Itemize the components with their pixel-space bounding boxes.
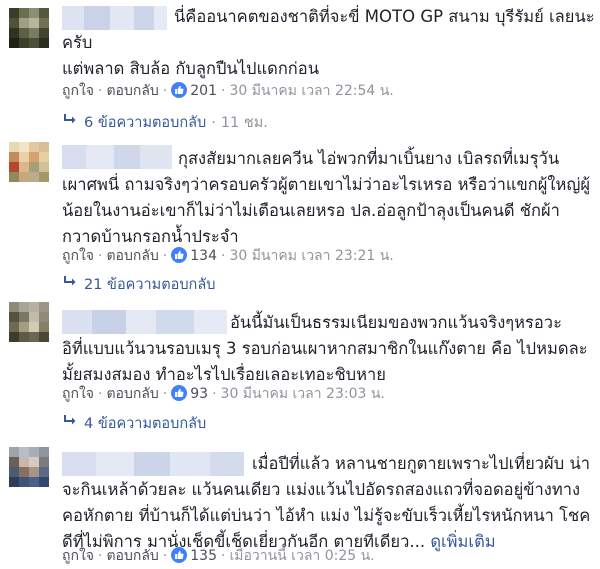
comment-actions: ถูกใจ · ตอบกลับ · 135 · เมื่อวานนี้ เวลา 0:25 … [62,547,375,564]
timestamp[interactable]: เมื่อวานนี้ เวลา 0:25 น. [229,548,374,564]
reply-link[interactable]: ตอบกลับ [106,386,158,402]
comment-text: นี่คืออนาคตของชาติที่จะขี่ MOTO GP สนาม … [62,7,595,78]
see-more-link[interactable]: ดูเพิ่มเติม [430,532,495,551]
like-link[interactable]: ถูกใจ [62,548,94,564]
like-link[interactable]: ถูกใจ [62,83,94,99]
comment-actions: ถูกใจ · ตอบกลับ · 93 · 30 มีนาคม เวลา 23:03 น. [62,385,385,402]
avatar[interactable] [9,302,49,342]
like-count[interactable]: 134 [190,248,217,264]
avatar[interactable] [9,8,49,48]
view-replies-link[interactable]: 4 ข้อความตอบกลับ [62,413,206,435]
avatar[interactable] [9,142,49,182]
like-count[interactable]: 93 [190,386,208,402]
reply-link[interactable]: ตอบกลับ [106,548,158,564]
comment-actions: ถูกใจ · ตอบกลับ · 134 · 30 มีนาคม เวลา 23:21 น… [62,247,394,264]
view-replies-link[interactable]: 6 ข้อความตอบกลับ · 11 ชม. [62,112,268,134]
like-count[interactable]: 135 [190,548,217,564]
comment-text: กุสงสัยมากเลยควีน ไอ่พวกที่มาเบิ้นยาง เบ… [62,149,591,246]
comment-text: อันนี้มันเป็นธรรมเนียมของพวกแว้นจริงๆหรอ… [62,313,588,384]
view-replies-link[interactable]: 21 ข้อความตอบกลับ [62,274,215,296]
reply-arrow-icon [62,112,78,134]
timestamp[interactable]: 30 มีนาคม เวลา 23:03 น. [221,386,385,402]
thumbs-up-icon[interactable] [171,385,188,401]
timestamp[interactable]: 30 มีนาคม เวลา 22:54 น. [229,83,393,99]
reply-arrow-icon [62,413,78,435]
like-link[interactable]: ถูกใจ [62,248,94,264]
reply-link[interactable]: ตอบกลับ [106,248,158,264]
thumbs-up-icon[interactable] [171,247,188,263]
reply-link[interactable]: ตอบกลับ [106,83,158,99]
thumbs-up-icon[interactable] [171,82,188,98]
like-count[interactable]: 201 [190,83,217,99]
avatar[interactable] [9,447,49,487]
thumbs-up-icon[interactable] [171,547,188,563]
timestamp[interactable]: 30 มีนาคม เวลา 23:21 น. [229,248,393,264]
reply-arrow-icon [62,274,78,296]
comment-text: เมื่อปีที่แล้ว หลานชายกูตายเพราะไปเที่ยว… [62,454,591,551]
comment-actions: ถูกใจ · ตอบกลับ · 201 · 30 มีนาคม เวลา 22:54 น… [62,82,394,99]
like-link[interactable]: ถูกใจ [62,386,94,402]
